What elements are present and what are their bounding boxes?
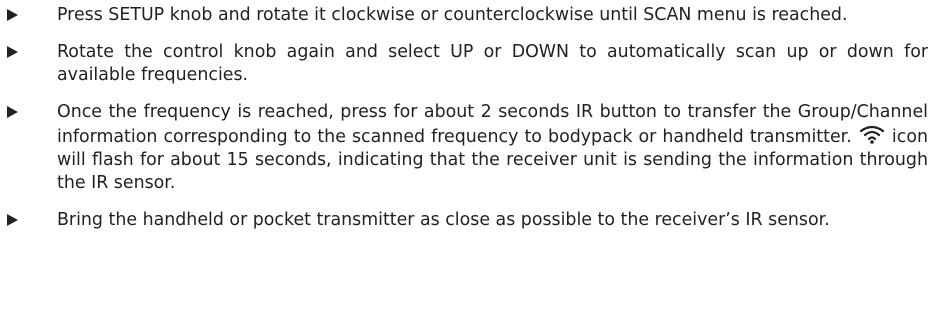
triangle-bullet-icon <box>7 9 18 21</box>
instruction-list: Press SETUP knob and rotate it clockwise… <box>0 4 938 232</box>
list-item: Rotate the control knob again and select… <box>0 41 938 87</box>
instruction-page: Press SETUP knob and rotate it clockwise… <box>0 0 938 313</box>
triangle-bullet-icon <box>7 106 18 118</box>
list-item-text: Rotate the control knob again and select… <box>57 42 928 85</box>
triangle-bullet-icon <box>7 214 18 226</box>
triangle-bullet-icon <box>7 46 18 58</box>
list-item: Once the frequency is reached, press for… <box>0 101 938 195</box>
list-item-text: Bring the handheld or pocket transmitter… <box>57 210 830 230</box>
list-item: Bring the handheld or pocket transmitter… <box>0 209 938 232</box>
wifi-icon <box>859 125 884 144</box>
list-item-text: Press SETUP knob and rotate it clockwise… <box>57 5 848 25</box>
list-item: Press SETUP knob and rotate it clockwise… <box>0 4 938 27</box>
list-item-text-before-icon: Once the frequency is reached, press for… <box>57 102 928 147</box>
